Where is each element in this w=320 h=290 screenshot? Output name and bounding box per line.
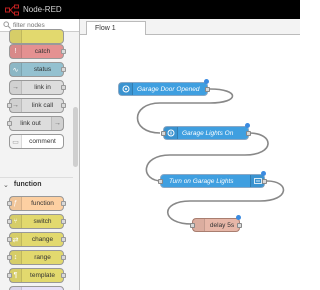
palette-node-link-in[interactable]: → link in	[9, 80, 66, 95]
palette-node-function[interactable]: ƒ function	[7, 196, 66, 211]
input-port[interactable]	[161, 131, 166, 136]
node-red-logo-icon	[5, 4, 19, 15]
output-port	[61, 103, 66, 108]
flow-node-delay[interactable]: delay 5s	[190, 215, 242, 232]
input-port	[7, 201, 12, 206]
status-dot	[204, 79, 209, 84]
palette-node-delay[interactable]: ◷ delay	[9, 286, 64, 290]
palette-node-link-call[interactable]: → link call	[7, 98, 66, 113]
input-port	[7, 219, 12, 224]
flow-tab-bar: Flow 1	[80, 19, 300, 35]
palette-node-catch[interactable]: ! catch	[9, 44, 66, 59]
arrow-icon: →	[10, 81, 22, 94]
palette-node-range[interactable]: ↕ range	[7, 250, 66, 265]
output-port	[61, 67, 66, 72]
output-port[interactable]	[237, 223, 242, 228]
output-port	[61, 255, 66, 260]
node-icon	[10, 30, 22, 43]
output-port	[61, 201, 66, 206]
flow-node-garage-lights-on[interactable]: Garage Lights On	[161, 123, 251, 140]
palette-node-link-out[interactable]: link out →	[7, 116, 64, 131]
output-port	[61, 273, 66, 278]
flow-node-turn-on-garage-lights[interactable]: Turn on Garage Lights	[158, 171, 267, 188]
target-icon	[119, 83, 133, 95]
palette-node-comment[interactable]: ▭ comment	[9, 134, 64, 149]
palette-node-switch[interactable]: ⑂ switch	[7, 214, 66, 229]
tab-flow-1[interactable]: Flow 1	[86, 21, 146, 35]
app-header: Node-RED	[0, 0, 300, 19]
palette-category-function[interactable]: ⌄ function	[0, 177, 73, 191]
output-port[interactable]	[246, 131, 251, 136]
input-port[interactable]	[158, 179, 163, 184]
input-port	[7, 273, 12, 278]
output-port	[61, 49, 66, 54]
search-icon	[3, 21, 11, 29]
input-port	[7, 237, 12, 242]
input-port	[7, 255, 12, 260]
palette-node-status[interactable]: ∿ status	[9, 62, 66, 77]
filter-nodes-input[interactable]	[13, 21, 73, 29]
palette-node-partial[interactable]	[9, 29, 64, 44]
palette-node-change[interactable]: ⇄ change	[7, 232, 66, 247]
node-palette: ! catch ∿ status → link in → link call l…	[0, 19, 80, 290]
output-port	[61, 237, 66, 242]
input-port	[7, 103, 12, 108]
arrow-icon: →	[51, 117, 63, 130]
palette-scrollbar[interactable]	[73, 107, 78, 167]
bulb-icon	[164, 127, 178, 139]
chevron-down-icon: ⌄	[3, 181, 9, 189]
flow-wires	[136, 88, 285, 225]
app-title: Node-RED	[23, 5, 62, 14]
status-dot	[261, 171, 266, 176]
input-port	[7, 121, 12, 126]
output-port	[61, 85, 66, 90]
comment-icon: ▭	[10, 135, 22, 148]
output-port	[61, 219, 66, 224]
input-port[interactable]	[190, 223, 195, 228]
status-dot	[236, 215, 241, 220]
output-port[interactable]	[205, 87, 210, 92]
alert-icon: !	[10, 45, 22, 58]
output-port[interactable]	[262, 179, 267, 184]
flow-node-garage-door-opened[interactable]: Garage Door Opened	[118, 79, 210, 96]
wave-icon: ∿	[10, 63, 22, 76]
palette-node-template[interactable]: ¶ template	[7, 268, 66, 283]
status-dot	[245, 123, 250, 128]
